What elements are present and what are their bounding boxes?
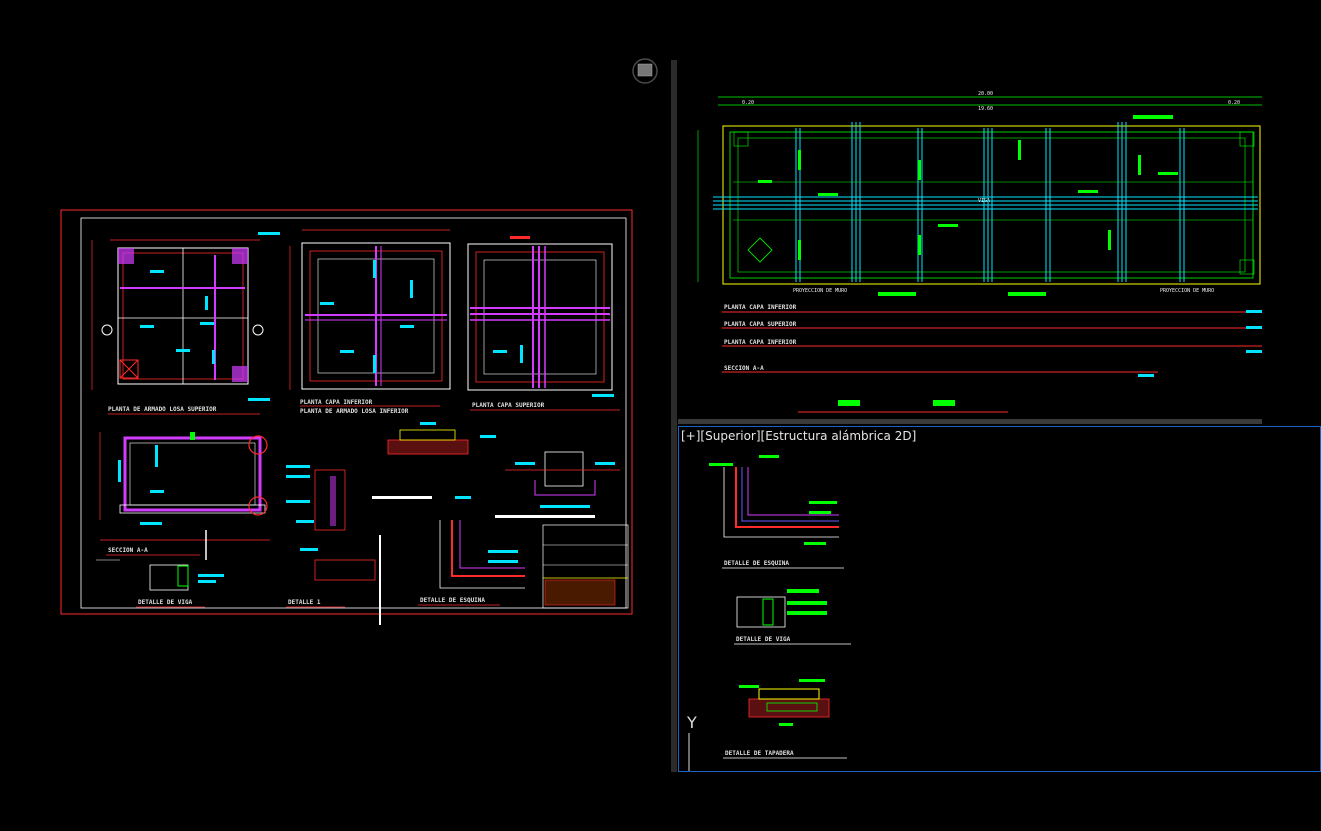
dim-side-left: 0.20	[742, 100, 754, 106]
ucs-y-label: Y	[687, 713, 697, 732]
plan-losa-superior: PLANTA DE ARMADO LOSA SUPERIOR	[91, 232, 280, 415]
title-detalle-tapadera-right: DETALLE DE TAPADERA	[725, 750, 794, 757]
dim-inner: 19.60	[978, 106, 993, 112]
title-planta-losa-inferior: PLANTA DE ARMADO LOSA INFERIOR	[300, 408, 409, 415]
detail-viga-right: DETALLE DE VIGA	[734, 589, 851, 645]
section-aa: SECCION A-A	[99, 432, 310, 560]
dim-total: 20.00	[978, 91, 993, 97]
detail-esquina-left: DETALLE DE ESQUINA	[418, 520, 525, 606]
viewport-top-right[interactable]: 20.00 19.60 0.20 0.20 VIGA	[678, 60, 1321, 418]
plan-capa-inferior: PLANTA CAPA INFERIOR PLANTA DE ARMADO LO…	[289, 229, 451, 415]
dim-side-right: 0.20	[1228, 100, 1240, 106]
plan-capa-superior: PLANTA CAPA SUPERIOR	[467, 236, 620, 411]
title-detalle-esquina-left: DETALLE DE ESQUINA	[420, 597, 485, 604]
label-proyeccion-left: PROYECCION DE MURO	[793, 288, 847, 294]
viewport-left[interactable]: PLANTA DE ARMADO LOSA SUPERIOR PLANTA CA…	[0, 0, 670, 831]
title-detalle-esquina-right: DETALLE DE ESQUINA	[724, 560, 789, 567]
detail-tapadera-left	[372, 422, 496, 499]
view-cube[interactable]	[628, 58, 662, 84]
label-proyeccion-right: PROYECCION DE MURO	[1160, 288, 1214, 294]
title-planta-capa-inferior: PLANTA CAPA INFERIOR	[300, 399, 373, 406]
viewport-divider-vertical[interactable]	[671, 60, 677, 772]
title-detalle-1: DETALLE 1	[288, 599, 321, 606]
title-planta-losa-superior: PLANTA DE ARMADO LOSA SUPERIOR	[108, 406, 217, 413]
title-block	[542, 524, 629, 609]
drawing-sheet-left[interactable]: PLANTA DE ARMADO LOSA SUPERIOR PLANTA CA…	[0, 0, 670, 831]
detail-1: DETALLE 1	[286, 469, 381, 625]
viewport-divider-horizontal[interactable]	[678, 419, 1262, 424]
drawing-sheet-top-right[interactable]: 20.00 19.60 0.20 0.20 VIGA	[678, 60, 1321, 418]
title-detalle-viga-left: DETALLE DE VIGA	[138, 599, 193, 606]
title-seccion-aa: SECCION A-A	[108, 547, 148, 554]
viewport-label[interactable]: [+][Superior][Estructura alámbrica 2D]	[681, 429, 916, 443]
detail-tapadera-right: DETALLE DE TAPADERA	[723, 679, 847, 759]
row-title-3: PLANTA CAPA INFERIOR	[724, 339, 797, 346]
title-planta-capa-superior: PLANTA CAPA SUPERIOR	[472, 402, 545, 409]
detail-esquina-right: DETALLE DE ESQUINA	[709, 455, 844, 569]
detail-viga-left: DETALLE DE VIGA	[136, 564, 224, 608]
title-detalle-viga-right: DETALLE DE VIGA	[736, 636, 791, 643]
row-title-1: PLANTA CAPA INFERIOR	[724, 304, 797, 311]
row-titles: PLANTA CAPA INFERIOR PLANTA CAPA SUPERIO…	[722, 304, 1262, 413]
viewport-bottom-right-active[interactable]: [+][Superior][Estructura alámbrica 2D] D…	[678, 426, 1321, 772]
drawing-sheet-bottom-right[interactable]: DETALLE DE ESQUINA DETALLE DE VIGA DETAL…	[679, 427, 1321, 772]
detail-box-right	[495, 451, 620, 518]
row-title-4: SECCION A-A	[724, 365, 764, 372]
row-title-2: PLANTA CAPA SUPERIOR	[724, 321, 797, 328]
